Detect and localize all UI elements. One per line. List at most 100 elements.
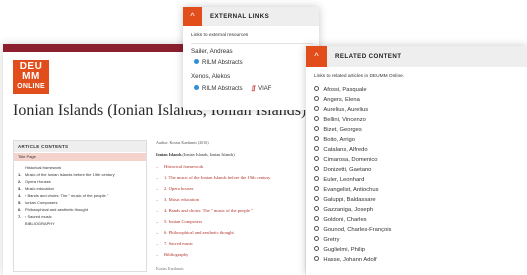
contents-item[interactable]: 2. Opera Houses [18, 179, 51, 184]
bullet-circle-icon [314, 196, 320, 202]
section-link-label: 7. Sacred music [164, 241, 194, 246]
related-item-label: Gretry [323, 237, 340, 244]
section-link-label: 1. The music of the Ionian Islands befor… [164, 175, 271, 180]
bullet-circle-icon [314, 236, 320, 242]
rilm-link[interactable]: RILM Abstracts [194, 59, 243, 67]
viaf-link[interactable]: VIAF [258, 86, 271, 92]
contents-item-num: 7. [18, 214, 22, 219]
contents-item-label: Historical framework [25, 165, 62, 170]
related-item[interactable]: Goldoni, Charles [314, 216, 367, 224]
related-item-label: Cimarosa, Domenico [323, 157, 378, 164]
rilm-icon [194, 59, 199, 64]
contents-item-num: 5. [18, 200, 22, 205]
lead-text: Ionian Islands (Ionian Islands, Ionian I… [156, 152, 235, 157]
logo-line-3: ONLINE [17, 83, 45, 90]
contents-item-label: Philosophical and aesthetic thought [25, 207, 88, 212]
related-item[interactable]: Angers, Elena [314, 96, 360, 104]
related-item[interactable]: Bellini, Vincenzo [314, 116, 366, 123]
external-links-description: Links to external resources [191, 33, 249, 38]
lead-bold: Ionian Islands [156, 152, 182, 157]
related-item-label: Gounod, Charles-François [323, 227, 392, 234]
contents-item[interactable]: 7. › Sacred music [18, 214, 52, 219]
rilm-link[interactable]: RILM Abstracts [194, 84, 243, 92]
deumm-logo[interactable]: DEU MM ONLINE [13, 60, 49, 94]
section-link[interactable]: –3. Music education [156, 197, 199, 202]
contents-item-num: 3. [18, 186, 22, 191]
contents-item[interactable]: 3. Music education [18, 186, 54, 191]
bullet-circle-icon [314, 136, 320, 142]
contents-item-label: Ionian Composers [25, 200, 58, 205]
related-item-label: Catalans, Alfredo [323, 147, 368, 154]
related-item[interactable]: Gretry [314, 236, 340, 244]
related-item[interactable]: Aurelius, Aurelius [314, 106, 369, 114]
section-link[interactable]: –5. Ionian Composers [156, 219, 202, 224]
bullet-circle-icon [314, 186, 320, 192]
external-links-header[interactable]: ^ EXTERNAL LINKS [183, 7, 319, 26]
related-item[interactable]: Galuppi, Baldassare [314, 196, 376, 203]
contents-item-title-page[interactable]: Title Page [14, 153, 146, 161]
related-item-label: Donizetti, Gaetano [323, 167, 372, 174]
section-link-label: Historical framework [164, 164, 204, 169]
bullet-circle-icon [314, 106, 320, 112]
contents-item-num: 6. [18, 207, 22, 212]
bullet-circle-icon [314, 156, 320, 162]
related-item-label: Angers, Elena [323, 97, 360, 104]
contents-item[interactable]: 4. › Bands and choirs: The " music of the… [18, 193, 108, 198]
section-link[interactable]: –6. Philosophical and aesthetic thought [156, 230, 234, 235]
related-item[interactable]: Boito, Arrigo [314, 136, 355, 143]
bullet-circle-icon [314, 146, 320, 152]
related-item[interactable]: Evangelist, Antiochus [314, 186, 379, 193]
contents-item-label: Music education [25, 186, 54, 191]
bullet-circle-icon [314, 246, 320, 252]
bullet-circle-icon [314, 216, 320, 222]
related-item[interactable]: Cimarosa, Domenico [314, 156, 378, 164]
related-item-label: Afossi, Pasquale [323, 87, 367, 94]
section-link[interactable]: – Historical framework [156, 164, 203, 169]
contents-item[interactable]: 5. Ionian Composers [18, 200, 57, 205]
rilm-link-label: RILM Abstracts [202, 60, 243, 67]
related-content-header[interactable]: ^ RELATED CONTENT [306, 46, 527, 67]
collapse-chevron-icon[interactable]: ^ [306, 46, 327, 67]
bullet-circle-icon [314, 226, 320, 232]
section-link[interactable]: –2. Opera houses [156, 186, 193, 191]
related-item-label: Bizet, Georges [323, 127, 362, 134]
contents-item[interactable]: 6. Philosophical and aesthetic thought [18, 207, 88, 212]
external-link-row: RILM Abstracts ∬ VIAF [194, 84, 271, 92]
section-link-label: 6. Philosophical and aesthetic thought [164, 230, 234, 235]
section-link-label: Bibliography [164, 252, 189, 257]
article-contents: ARTICLE CONTENTS Title Page Historical f… [13, 140, 147, 272]
related-item[interactable]: Guglielmi, Philip [314, 246, 365, 253]
related-item[interactable]: Catalans, Alfredo [314, 146, 368, 154]
section-link[interactable]: – Bibliography [156, 252, 188, 257]
related-item-label: Aurelius, Aurelius [323, 107, 369, 114]
contents-item[interactable]: 1. Music of the Ionian Islands before the… [18, 172, 115, 177]
section-link-label: 5. Ionian Composers [164, 219, 203, 224]
logo-line-2: MM [22, 71, 40, 82]
contents-item[interactable]: BIBLIOGRAPHY [18, 221, 55, 226]
external-links-title: EXTERNAL LINKS [210, 13, 270, 20]
related-item[interactable]: Hasse, Johann Adolf [314, 256, 377, 263]
related-item[interactable]: Afossi, Pasquale [314, 86, 367, 94]
external-links-panel: ^ EXTERNAL LINKS Links to external resou… [183, 7, 319, 110]
contents-item-num: 2. [18, 179, 22, 184]
contents-item[interactable]: Historical framework [18, 165, 61, 170]
section-link[interactable]: –7. Sacred music [156, 241, 193, 246]
related-item[interactable]: Euler, Leonhard [314, 176, 365, 184]
section-link-label: 4. Bands and choirs: The " music of the … [164, 208, 254, 213]
related-item[interactable]: Bizet, Georges [314, 126, 362, 134]
section-link-label: 3. Music education [164, 197, 200, 202]
related-item-label: Euler, Leonhard [323, 177, 365, 184]
section-link[interactable]: –1. The music of the Ionian Islands befo… [156, 175, 270, 180]
related-item[interactable]: Donizetti, Gaetano [314, 166, 372, 174]
viaf-icon: ∬ [251, 86, 257, 92]
contents-item-num: 1. [18, 172, 22, 177]
related-item-label: Goldoni, Charles [323, 217, 367, 224]
related-item[interactable]: Gazzaniga, Joseph [314, 206, 373, 213]
related-content-panel: ^ RELATED CONTENT Links to related artic… [306, 46, 527, 275]
related-item[interactable]: Gounod, Charles-François [314, 226, 392, 234]
collapse-chevron-icon[interactable]: ^ [183, 7, 202, 26]
section-link[interactable]: –4. Bands and choirs: The " music of the… [156, 208, 253, 213]
bullet-circle-icon [314, 166, 320, 172]
divider [191, 43, 313, 44]
author-footer: Kostas Kardamis [156, 266, 184, 271]
